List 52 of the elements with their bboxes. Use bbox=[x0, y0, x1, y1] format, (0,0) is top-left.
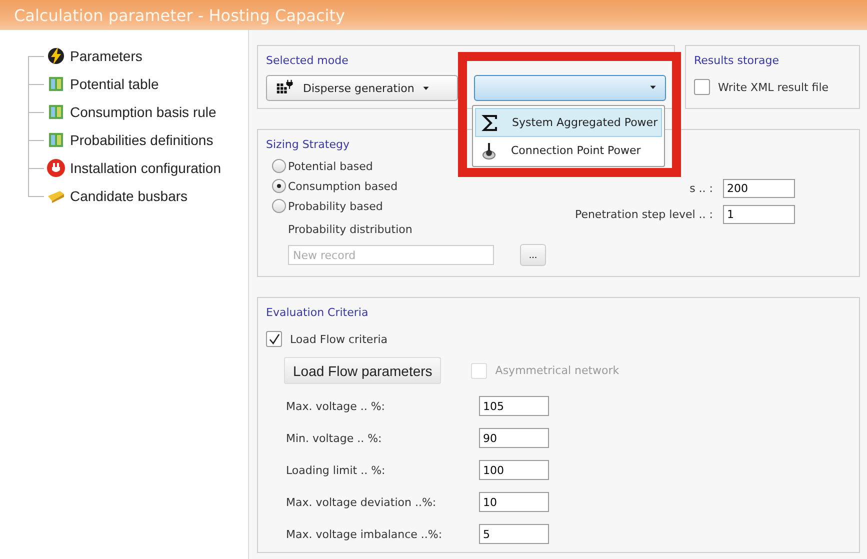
group-title: Evaluation Criteria bbox=[266, 306, 368, 319]
input-field[interactable]: 10 bbox=[479, 492, 549, 512]
field-label: Loading limit .. %: bbox=[286, 464, 386, 476]
field-label: Probability distribution bbox=[288, 223, 412, 236]
tree-item[interactable]: Consumption basis rule bbox=[70, 104, 216, 120]
field-label: Penetration step level .. : bbox=[574, 208, 713, 221]
map-icon bbox=[46, 102, 66, 122]
lightning-icon bbox=[46, 46, 66, 66]
probability-distribution-field[interactable]: New record bbox=[288, 245, 494, 265]
group-title: Results storage bbox=[694, 54, 780, 67]
radio-button[interactable] bbox=[272, 199, 286, 213]
tree-item[interactable]: Potential table bbox=[70, 76, 159, 92]
map-icon bbox=[46, 74, 66, 94]
field-label: Max. voltage .. %: bbox=[286, 400, 386, 412]
radio-button[interactable] bbox=[272, 159, 286, 173]
radio-label: Potential based bbox=[288, 160, 373, 172]
checkmark-icon bbox=[268, 332, 280, 346]
group-title: Selected mode bbox=[266, 54, 348, 67]
radio-label: Consumption based bbox=[288, 180, 398, 192]
input-field[interactable]: 105 bbox=[479, 396, 549, 416]
radio-label: Probability based bbox=[288, 200, 383, 212]
dropdown-arrow-icon bbox=[422, 84, 430, 92]
sigma-icon bbox=[480, 112, 500, 132]
window-title: Calculation parameter - Hosting Capacity bbox=[14, 6, 345, 24]
field-label: s .. : bbox=[690, 182, 713, 195]
input-field[interactable]: 100 bbox=[479, 460, 549, 480]
checkbox[interactable] bbox=[266, 331, 282, 347]
checkbox-label: Write XML result file bbox=[718, 80, 829, 94]
tree-item[interactable]: Installation configuration bbox=[70, 160, 221, 176]
field-label: Max. voltage deviation ..%: bbox=[286, 496, 438, 508]
load-flow-parameters-button[interactable]: Load Flow parameters bbox=[284, 357, 442, 384]
input-field[interactable]: 5 bbox=[479, 524, 549, 544]
browse-button[interactable]: ... bbox=[520, 244, 546, 266]
input-field[interactable]: 200 bbox=[723, 179, 795, 198]
field-label: Min. voltage .. %: bbox=[286, 432, 383, 444]
checkbox[interactable] bbox=[694, 79, 710, 95]
checkbox-label: Load Flow criteria bbox=[290, 332, 388, 346]
dropdown-option[interactable]: System Aggregated Power bbox=[475, 108, 662, 137]
mode-dropdown[interactable]: Disperse generation bbox=[266, 75, 458, 101]
input-field[interactable]: 90 bbox=[479, 428, 549, 448]
power-dropdown[interactable] bbox=[474, 75, 666, 101]
radio-button[interactable] bbox=[272, 179, 286, 193]
map-icon bbox=[46, 130, 66, 150]
checkbox-label: Asymmetrical network bbox=[495, 364, 620, 377]
tree-item[interactable]: Probabilities definitions bbox=[70, 132, 214, 148]
input-field[interactable]: 1 bbox=[723, 205, 795, 224]
tree-item[interactable]: Parameters bbox=[70, 48, 142, 64]
plug-icon bbox=[46, 158, 66, 178]
field-label: Max. voltage imbalance ..%: bbox=[286, 528, 444, 540]
group-title: Sizing Strategy bbox=[266, 138, 350, 151]
tree-item[interactable]: Candidate busbars bbox=[70, 188, 188, 204]
dropdown-option[interactable]: Connection Point Power bbox=[475, 137, 662, 164]
